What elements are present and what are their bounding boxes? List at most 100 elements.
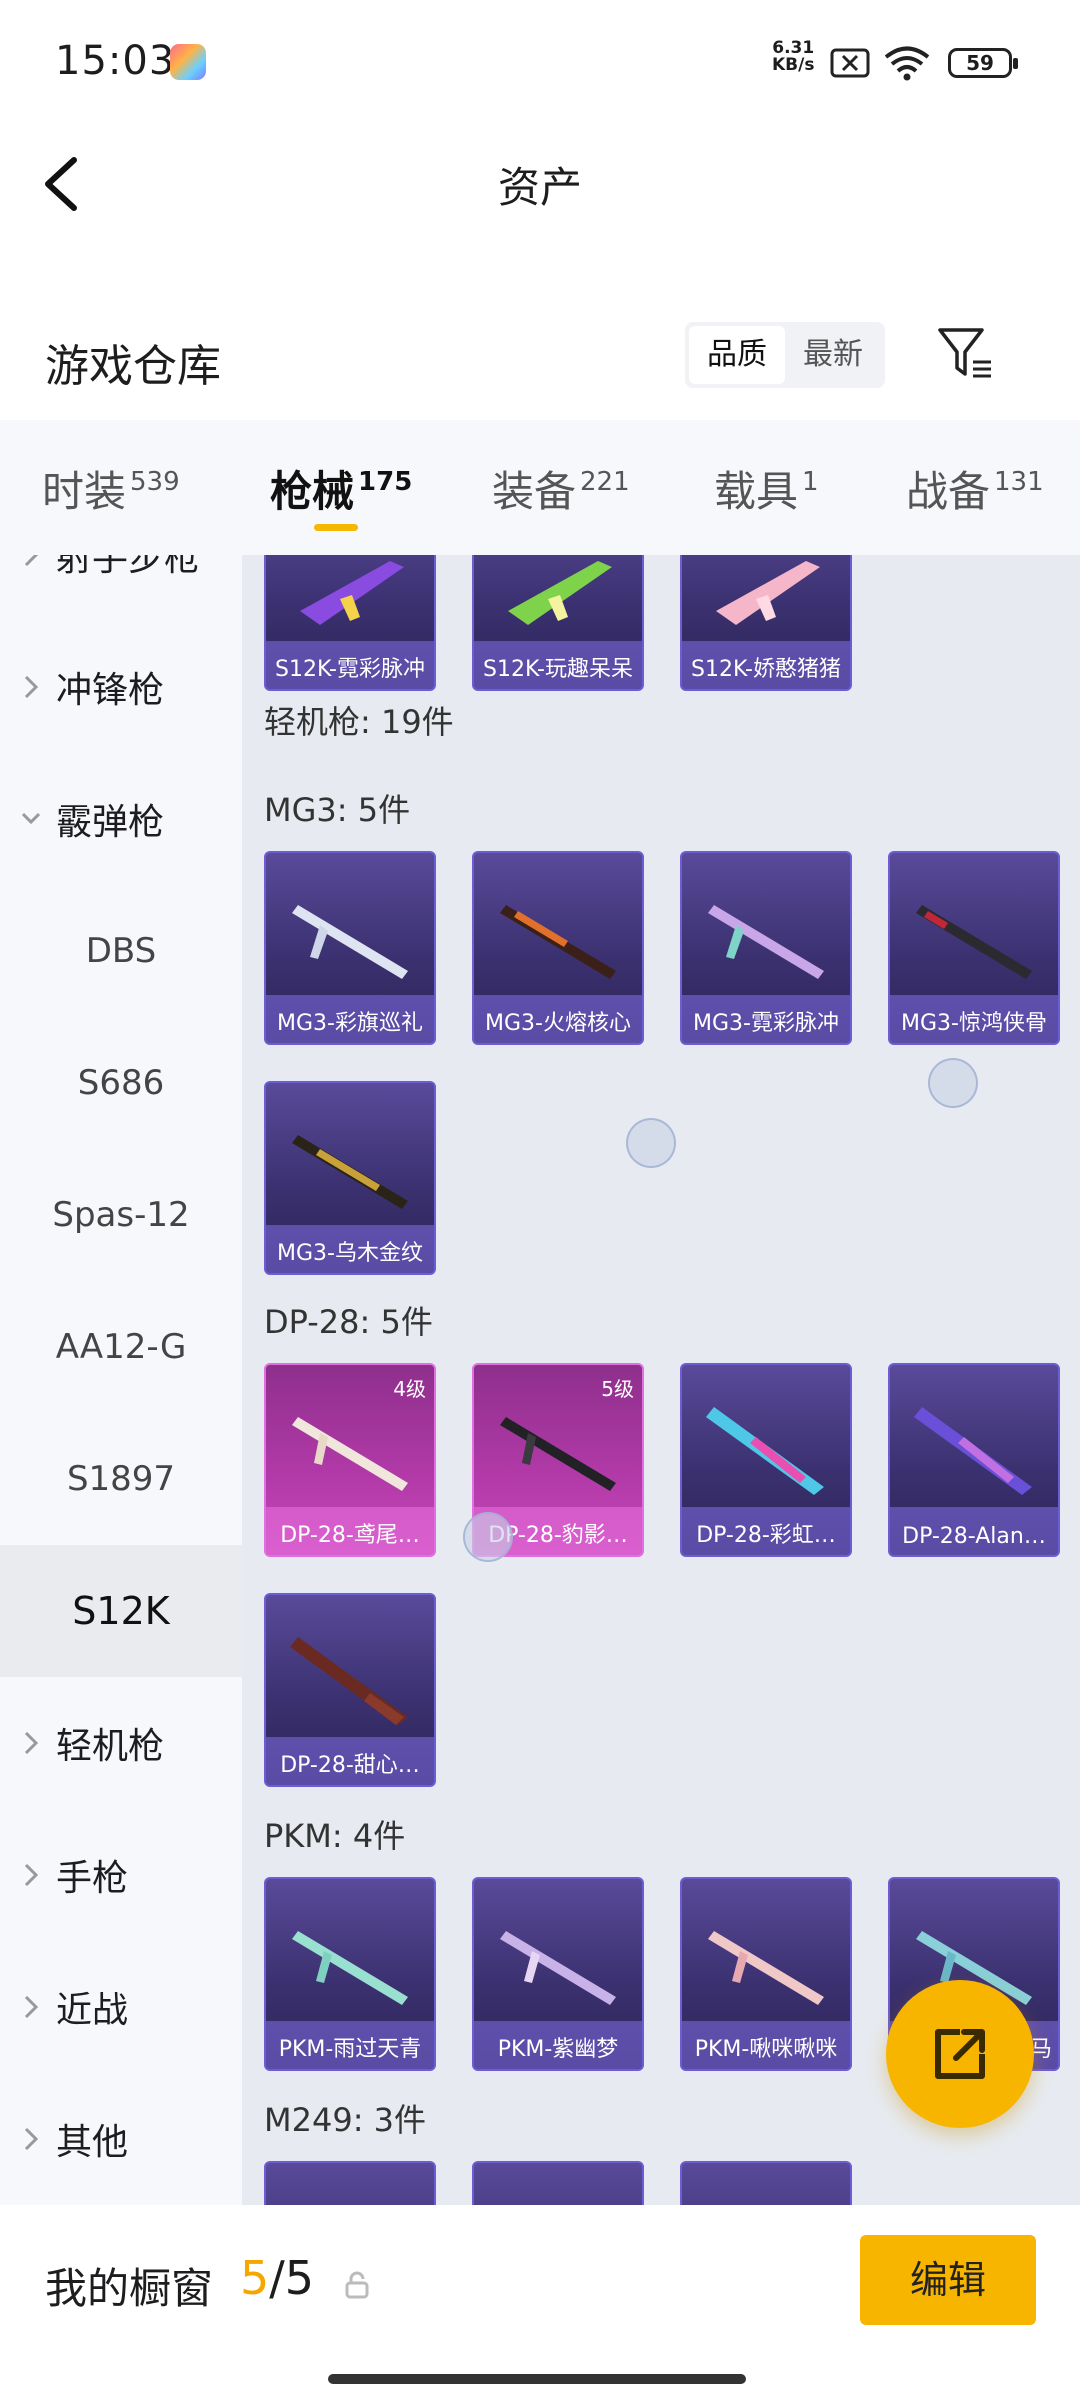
net-speed-unit: KB/s	[772, 55, 815, 75]
weapon-name: S12K-玩趣呆呆	[482, 657, 633, 682]
weapon-card[interactable]: 4级 DP-28-鸢尾…	[264, 1363, 436, 1557]
sidebar-item-label: 其他	[56, 2122, 129, 2163]
weapon-skin-image	[500, 905, 616, 979]
weapon-skin-image	[300, 561, 404, 625]
edit-button[interactable]: 编辑	[860, 2235, 1036, 2325]
weapon-skin-image	[716, 561, 820, 625]
weapon-card[interactable]: S12K-玩趣呆呆	[472, 555, 644, 691]
weapon-card[interactable]: MG3-彩旗巡礼	[264, 851, 436, 1045]
weapon-skin-image	[508, 561, 612, 625]
section-m249: M249: 3件	[264, 2101, 427, 2139]
sidebar-sub-spas12[interactable]: Spas-12	[0, 1149, 242, 1281]
lock-icon	[345, 2271, 369, 2299]
showcase-label: 我的橱窗	[45, 2264, 214, 2313]
status-bar: 15:03 6.31 KB/s 59	[0, 0, 1080, 130]
share-fab[interactable]	[886, 1980, 1034, 2128]
chevron-right-icon	[24, 1995, 39, 2019]
section-pkm: PKM: 4件	[264, 1817, 406, 1855]
chevron-right-icon	[24, 1731, 39, 1755]
chevron-right-icon	[24, 675, 39, 699]
weapon-grid: S12K-霓彩脉冲 S12K-玩趣呆呆 S12K-娇憨猪猪 轻机枪: 19件 M…	[242, 555, 1080, 2205]
weapon-name: MG3-霓彩脉冲	[693, 1011, 839, 1036]
sort-quality[interactable]: 品质	[689, 326, 785, 384]
sort-newest[interactable]: 最新	[785, 326, 881, 384]
sidebar-item-marksman[interactable]: 射手步枪	[0, 555, 242, 621]
weapon-card[interactable]: DP-28-Alan…	[888, 1363, 1060, 1557]
sidebar-item-label: 手枪	[56, 1858, 129, 1899]
weapon-name: MG3-火熔核心	[485, 1011, 631, 1036]
weapon-card[interactable]: S12K-娇憨猪猪	[680, 555, 852, 691]
weapon-card[interactable]	[264, 2161, 436, 2205]
share-external-icon	[935, 2029, 985, 2079]
touch-indicator	[463, 1512, 513, 1562]
sidebar-sub-dbs[interactable]: DBS	[0, 885, 242, 1017]
sidebar-sub-aa12g[interactable]: AA12-G	[0, 1281, 242, 1413]
chevron-down-icon	[22, 812, 40, 825]
tab-label: 装备	[492, 467, 577, 516]
weapon-card[interactable]: DP-28-甜心…	[264, 1593, 436, 1787]
tab-count: 1	[802, 467, 819, 497]
tab-count: 131	[994, 467, 1044, 497]
weapon-card[interactable]	[472, 2161, 644, 2205]
chevron-right-icon	[24, 555, 39, 567]
sidebar-item-other[interactable]: 其他	[0, 2073, 242, 2205]
sidebar-sub-s686[interactable]: S686	[0, 1017, 242, 1149]
weapon-card[interactable]: MG3-火熔核心	[472, 851, 644, 1045]
tab-supplies[interactable]: 战备 131	[906, 458, 1044, 519]
showcase-count-current: 5	[240, 2251, 270, 2305]
weapon-card[interactable]	[680, 2161, 852, 2205]
tab-label: 时装	[42, 467, 127, 516]
weapon-skin-image	[916, 905, 1032, 979]
weapon-card[interactable]: PKM-紫幽梦	[472, 1877, 644, 2071]
weapon-name: PKM-紫幽梦	[497, 2037, 619, 2062]
weapon-skin-image	[708, 905, 824, 979]
tab-firearms[interactable]: 枪械 175	[270, 458, 413, 531]
weapon-name: S12K-霓彩脉冲	[274, 657, 425, 682]
wifi-icon	[884, 46, 930, 81]
tab-label: 枪械	[270, 467, 355, 516]
sidebar-item-shotgun[interactable]: 霰弹枪	[0, 753, 242, 885]
weapon-name: S12K-娇憨猪猪	[690, 657, 841, 682]
sidebar-item-smg[interactable]: 冲锋枪	[0, 621, 242, 753]
sidebar-item-lmg[interactable]: 轻机枪	[0, 1677, 242, 1809]
weapon-card[interactable]: MG3-霓彩脉冲	[680, 851, 852, 1045]
showcase-bar: 我的橱窗 5/5 编辑	[0, 2205, 1080, 2400]
touch-indicator	[928, 1058, 978, 1108]
weapon-name: PKM-啾咪啾咪	[694, 2037, 838, 2062]
sidebar-item-label: 射手步枪	[56, 555, 201, 579]
nav-bar: 资产	[0, 130, 1080, 235]
weapon-card[interactable]: S12K-霓彩脉冲	[264, 555, 436, 691]
sidebar-sub-s1897[interactable]: S1897	[0, 1413, 242, 1545]
tab-equipment[interactable]: 装备 221	[492, 458, 630, 519]
sidebar-item-label: 冲锋枪	[56, 670, 165, 711]
net-speed: 6.31 KB/s	[772, 40, 814, 74]
tab-fashion[interactable]: 时装 539	[42, 458, 180, 519]
tab-vehicles[interactable]: 载具 1	[714, 458, 819, 519]
sidebar-item-melee[interactable]: 近战	[0, 1941, 242, 2073]
sidebar-sub-s12k[interactable]: S12K	[0, 1545, 242, 1677]
warehouse-header: 游戏仓库 品质 最新	[0, 300, 1080, 420]
weapon-card[interactable]: PKM-啾咪啾咪	[680, 1877, 852, 2071]
tab-label: 战备	[906, 467, 991, 516]
section-mg3: MG3: 5件	[264, 791, 411, 829]
sidebar-item-pistol[interactable]: 手枪	[0, 1809, 242, 1941]
touch-indicator	[626, 1118, 676, 1168]
level-badge: 5级	[601, 1377, 634, 1401]
weapon-name: PKM-雨过天青	[278, 2037, 422, 2062]
weapon-card[interactable]: PKM-雨过天青	[264, 1877, 436, 2071]
section-lmg-total: 轻机枪: 19件	[264, 703, 454, 741]
tab-count: 175	[358, 467, 413, 497]
category-tabs: 时装 539 枪械 175 装备 221 载具 1 战备 131	[0, 420, 1080, 555]
weapon-skin-image	[292, 1417, 408, 1491]
filter-icon[interactable]	[935, 322, 995, 382]
game-app-icon	[170, 44, 206, 80]
warehouse-title: 游戏仓库	[45, 341, 221, 392]
weapon-card[interactable]: MG3-乌木金纹	[264, 1081, 436, 1275]
tab-count: 221	[580, 467, 630, 497]
weapon-card[interactable]: MG3-惊鸿侠骨	[888, 851, 1060, 1045]
weapon-category-sidebar: 射手步枪 冲锋枪 霰弹枪 DBS S686 Spas-12 AA12-G S18…	[0, 555, 242, 2205]
sidebar-item-label: 轻机枪	[56, 1726, 165, 1767]
sidebar-item-label: 近战	[56, 1990, 129, 2031]
weapon-card[interactable]: DP-28-彩虹…	[680, 1363, 852, 1557]
weapon-name: DP-28-Alan…	[902, 1524, 1046, 1549]
